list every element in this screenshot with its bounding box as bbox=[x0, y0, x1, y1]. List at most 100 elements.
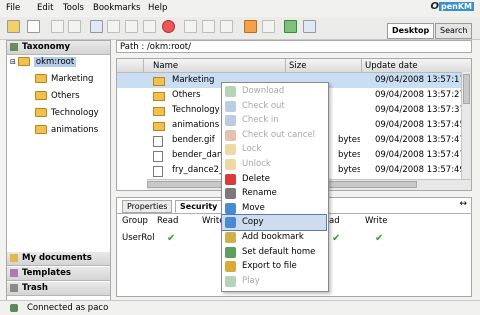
section-label: Templates bbox=[22, 268, 71, 278]
tab-security[interactable]: Security bbox=[175, 200, 223, 213]
column-separator bbox=[361, 59, 362, 72]
menu-item-label: Delete bbox=[242, 173, 270, 184]
file-size: bytes bbox=[338, 135, 360, 145]
add-bookmark-icon bbox=[225, 232, 236, 243]
tree-item-label: animations bbox=[51, 125, 99, 135]
col-date[interactable]: Update date bbox=[365, 61, 418, 71]
download-icon bbox=[225, 86, 236, 97]
menu-item-label: Check out cancel bbox=[242, 129, 316, 140]
menu-tools[interactable]: Tools bbox=[63, 3, 84, 13]
tab-desktop[interactable]: Desktop bbox=[387, 23, 435, 39]
tree-item-technology[interactable]: Technology bbox=[35, 108, 99, 118]
menu-item-unlock[interactable]: Unlock bbox=[222, 157, 326, 172]
file-date: 09/04/2008 13:57:47 bbox=[375, 150, 463, 160]
group-name: UserRol bbox=[122, 233, 155, 243]
menu-item-label: Unlock bbox=[242, 159, 271, 169]
column-separator bbox=[285, 59, 286, 72]
menu-bookmarks[interactable]: Bookmarks bbox=[93, 3, 141, 13]
tab-properties[interactable]: Properties bbox=[122, 200, 173, 213]
col-size[interactable]: Size bbox=[289, 61, 306, 71]
menu-item-label: Set default home bbox=[242, 246, 316, 257]
my-documents-header[interactable]: My documents bbox=[7, 252, 110, 266]
workflow-icon[interactable] bbox=[262, 20, 275, 33]
add-document-icon[interactable] bbox=[90, 20, 103, 33]
menu-item-check-out-cancel[interactable]: Check out cancel bbox=[222, 128, 326, 143]
cancel-checkout-icon[interactable] bbox=[162, 20, 175, 33]
resize-handle-icon[interactable]: ↔ bbox=[459, 199, 467, 209]
menu-item-export-to-file[interactable]: Export to file bbox=[222, 259, 326, 274]
menu-item-download[interactable]: Download bbox=[222, 84, 326, 99]
menu-item-delete[interactable]: Delete bbox=[222, 172, 326, 187]
check-in-icon bbox=[225, 115, 236, 127]
logo-text: penKM bbox=[438, 2, 474, 11]
folder-icon bbox=[35, 74, 47, 83]
menu-help[interactable]: Help bbox=[148, 3, 167, 13]
tree-item-animations[interactable]: animations bbox=[35, 125, 98, 135]
find-folder-icon[interactable] bbox=[27, 20, 40, 33]
image-file-icon bbox=[153, 136, 163, 147]
refresh-icon[interactable] bbox=[284, 20, 297, 33]
menu-edit[interactable]: Edit bbox=[37, 3, 53, 13]
scroll-thumb[interactable] bbox=[463, 74, 470, 104]
collapse-icon[interactable]: ⊟ bbox=[10, 58, 16, 66]
section-label: Trash bbox=[22, 283, 48, 293]
col-name[interactable]: Name bbox=[153, 61, 178, 71]
export-to-file-icon bbox=[225, 261, 236, 273]
table-header: Name Size Update date bbox=[117, 59, 471, 73]
menu-item-check-out[interactable]: Check out bbox=[222, 99, 326, 114]
menu-item-label: Play bbox=[242, 275, 260, 286]
read-check-icon[interactable]: ✔ bbox=[167, 232, 175, 245]
set-home-icon[interactable] bbox=[303, 20, 316, 33]
rename-icon bbox=[225, 188, 236, 200]
menu-file[interactable]: File bbox=[6, 3, 20, 13]
trash-header[interactable]: Trash bbox=[7, 282, 110, 296]
folder-icon bbox=[35, 108, 47, 117]
taxonomy-header[interactable]: Taxonomy bbox=[7, 41, 110, 55]
menu-item-rename[interactable]: Rename bbox=[222, 186, 326, 201]
folder-icon bbox=[17, 57, 30, 66]
checkout-icon[interactable] bbox=[125, 20, 138, 33]
folder-icon bbox=[153, 92, 165, 101]
add-subscription-icon[interactable] bbox=[220, 20, 233, 33]
openkm-logo: OpenKM bbox=[430, 1, 474, 12]
unlock-icon[interactable] bbox=[68, 20, 81, 33]
menu-item-add-bookmark[interactable]: Add bookmark bbox=[222, 230, 326, 245]
file-date: 09/04/2008 13:57:37 bbox=[375, 105, 463, 115]
menu-item-check-in[interactable]: Check in bbox=[222, 113, 326, 128]
vertical-scrollbar[interactable] bbox=[461, 72, 471, 179]
menu-item-lock[interactable]: Lock bbox=[222, 142, 326, 157]
tree-root[interactable]: ⊟ okm:root bbox=[10, 57, 77, 67]
templates-header[interactable]: Templates bbox=[7, 267, 110, 281]
col-write-2: Write bbox=[365, 216, 388, 226]
path-bar: Path : /okm:root/ bbox=[116, 40, 472, 53]
tree-item-marketing[interactable]: Marketing bbox=[35, 74, 93, 84]
tree-item-label: Technology bbox=[51, 108, 99, 118]
column-separator bbox=[143, 59, 144, 72]
image-file-icon bbox=[153, 166, 163, 177]
menubar: File Edit Tools Bookmarks Help OpenKM bbox=[0, 0, 480, 16]
checkin-icon[interactable] bbox=[143, 20, 156, 33]
write-check-icon[interactable]: ✔ bbox=[375, 232, 383, 245]
tab-search[interactable]: Search bbox=[435, 23, 473, 39]
menu-item-play[interactable]: Play bbox=[222, 274, 326, 289]
home-icon[interactable] bbox=[244, 20, 257, 33]
folder-icon bbox=[153, 77, 165, 86]
folder-icon bbox=[35, 125, 47, 134]
remove-property-icon[interactable] bbox=[202, 20, 215, 33]
menu-item-label: Check in bbox=[242, 115, 279, 126]
add-property-icon[interactable] bbox=[184, 20, 197, 33]
menu-item-label: Rename bbox=[242, 188, 277, 199]
menu-item-set-default-home[interactable]: Set default home bbox=[222, 245, 326, 260]
menu-item-move[interactable]: Move bbox=[222, 201, 326, 216]
download-icon[interactable] bbox=[107, 20, 120, 33]
menu-item-label: Lock bbox=[242, 144, 262, 155]
lock-icon[interactable] bbox=[51, 20, 64, 33]
read-check-icon[interactable]: ✔ bbox=[332, 232, 340, 245]
section-label: My documents bbox=[22, 253, 92, 263]
folder-icon bbox=[153, 107, 165, 116]
create-folder-icon[interactable] bbox=[7, 20, 20, 33]
menu-item-copy[interactable]: Copy bbox=[221, 214, 327, 232]
col-group: Group bbox=[122, 216, 148, 226]
folder-icon bbox=[35, 91, 47, 100]
tree-item-others[interactable]: Others bbox=[35, 91, 80, 101]
